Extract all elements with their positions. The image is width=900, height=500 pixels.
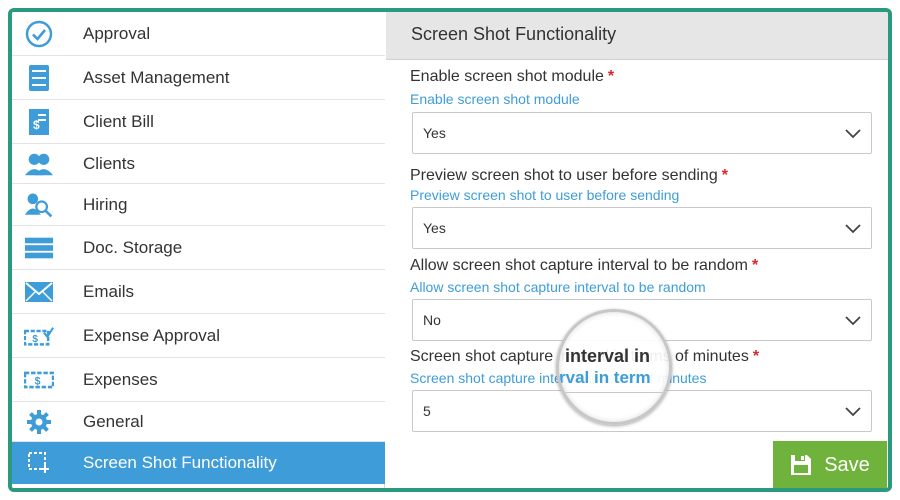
select-value: 5 — [423, 403, 431, 419]
sidebar-item-label: Expense Approval — [83, 325, 221, 345]
sidebar-item-label: General — [83, 411, 144, 431]
svg-text:$: $ — [35, 375, 41, 387]
sidebar-item-label: Asset Management — [83, 67, 230, 87]
sidebar-item-label: Doc. Storage — [83, 237, 183, 257]
sidebar-item-label: Approval — [83, 23, 151, 43]
field-label: Enable screen shot module * — [410, 68, 614, 86]
sidebar-item-label: Client Bill — [83, 111, 154, 131]
save-button-label: Save — [824, 453, 870, 476]
sidebar-item-emails[interactable]: Emails — [12, 270, 385, 314]
svg-text:$: $ — [32, 333, 38, 344]
magnified-label-text: interval in — [565, 346, 651, 366]
sidebar-item-expenses[interactable]: $ Expenses — [12, 358, 385, 402]
storage-icon — [24, 233, 54, 263]
sidebar-item-label: Clients — [83, 153, 135, 173]
money-check-icon: $ — [24, 321, 54, 351]
bill-icon: $ — [24, 107, 54, 137]
field-label: Preview screen shot to user before sendi… — [410, 167, 728, 185]
search-user-icon — [24, 190, 54, 220]
field-help: Preview screen shot to user before sendi… — [410, 187, 680, 203]
check-circle-icon — [24, 19, 54, 49]
field-help: Enable screen shot module — [410, 91, 580, 107]
save-button[interactable]: Save — [773, 441, 887, 488]
field-label-text: Enable screen shot module — [410, 68, 604, 85]
field-help: Allow screen shot capture interval to be… — [410, 279, 706, 295]
screenshot-icon — [24, 448, 54, 478]
money-icon: $ — [24, 365, 54, 395]
field-label-text: Allow screen shot capture interval to be… — [410, 257, 748, 274]
select-value: No — [423, 312, 441, 328]
sidebar-item-screen-shot-functionality[interactable]: Screen Shot Functionality — [12, 442, 385, 484]
envelope-icon — [24, 277, 54, 307]
field-label: Allow screen shot capture interval to be… — [410, 257, 758, 275]
select-value: Yes — [423, 125, 446, 141]
field-label-text: Preview screen shot to user before sendi… — [410, 167, 718, 184]
magnified-divider — [559, 392, 669, 393]
chevron-down-icon — [845, 224, 861, 234]
sidebar-item-hiring[interactable]: Hiring — [12, 184, 385, 226]
sidebar-item-asset-management[interactable]: Asset Management — [12, 56, 385, 100]
floppy-disk-icon — [791, 455, 812, 475]
users-icon — [24, 149, 54, 179]
chevron-down-icon — [845, 407, 861, 417]
sidebar-item-label: Emails — [83, 281, 135, 301]
magnified-help-text: rval in term — [559, 368, 651, 387]
sidebar-item-clients[interactable]: Clients — [12, 144, 385, 184]
gear-icon — [24, 407, 54, 437]
preview-screenshot-select[interactable]: Yes — [412, 207, 872, 249]
sidebar-item-doc-storage[interactable]: Doc. Storage — [12, 226, 385, 270]
settings-sidebar: Approval Asset Management $ Client Bill … — [12, 12, 385, 488]
sidebar-item-label: Screen Shot Functionality — [83, 453, 277, 472]
cabinet-icon — [24, 63, 54, 93]
magnifier-lens: interval in rval in term — [556, 309, 672, 425]
sidebar-item-general[interactable]: General — [12, 402, 385, 442]
required-mark: * — [607, 68, 615, 85]
chevron-down-icon — [845, 316, 861, 326]
required-mark: * — [752, 348, 760, 365]
required-mark: * — [751, 257, 759, 274]
required-mark: * — [721, 167, 728, 184]
panel-header: Screen Shot Functionality — [386, 12, 888, 60]
sidebar-item-approval[interactable]: Approval — [12, 12, 385, 56]
page-title: Screen Shot Functionality — [411, 24, 617, 44]
chevron-down-icon — [845, 129, 861, 139]
enable-screenshot-select[interactable]: Yes — [412, 112, 872, 154]
sidebar-item-label: Expenses — [83, 369, 158, 389]
sidebar-item-expense-approval[interactable]: $ Expense Approval — [12, 314, 385, 358]
app-frame: Approval Asset Management $ Client Bill … — [8, 8, 892, 492]
sidebar-item-client-bill[interactable]: $ Client Bill — [12, 100, 385, 144]
select-value: Yes — [423, 220, 446, 236]
sidebar-item-label: Hiring — [83, 194, 128, 214]
